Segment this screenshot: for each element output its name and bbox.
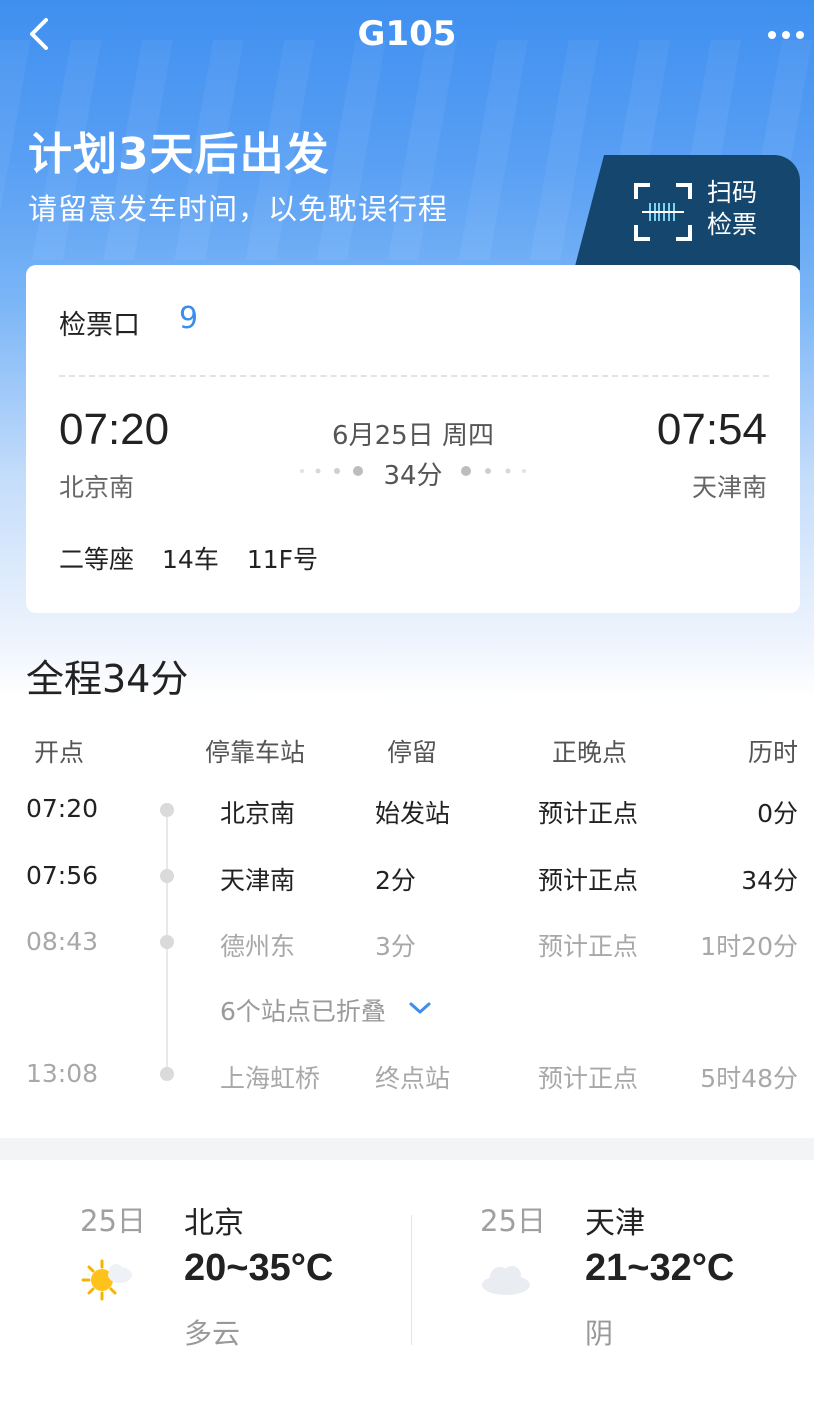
stop-elapsed: 5时48分	[700, 1064, 798, 1093]
scan-label-line1: 扫码	[707, 178, 758, 207]
stop-punctuality: 预计正点	[538, 799, 639, 828]
departure-plan-title: 计划3天后出发	[28, 129, 330, 180]
weather-date: 25日	[480, 1204, 546, 1238]
stop-duration: 终点站	[375, 1064, 451, 1093]
stop-elapsed: 0分	[757, 799, 798, 828]
timeline-dot	[160, 803, 174, 817]
weather-divider	[411, 1215, 412, 1345]
cloud-icon	[482, 1266, 530, 1295]
header-station: 停靠车站	[205, 738, 306, 767]
header-stop: 停留	[387, 738, 438, 767]
stop-duration: 始发站	[375, 799, 451, 828]
divider	[59, 375, 769, 377]
stop-time: 07:56	[26, 861, 99, 890]
partly-cloudy-sun-icon	[81, 1259, 132, 1301]
weather-description: 阴	[585, 1317, 614, 1350]
stop-punctuality: 预计正点	[538, 866, 639, 895]
weather-city: 北京	[184, 1206, 244, 1241]
weather-temperature: 21~32°C	[585, 1247, 735, 1289]
timeline-dot	[160, 869, 174, 883]
header-time: 开点	[34, 738, 85, 767]
scan-label-line2: 检票	[707, 210, 758, 239]
travel-date: 6月25日 周四	[332, 421, 494, 451]
nav-bar: G105	[0, 0, 814, 70]
seat-class: 二等座	[59, 545, 135, 574]
gate-label: 检票口	[59, 310, 140, 341]
gate-number: 9	[179, 301, 199, 336]
ticket-card: 检票口 9 07:20 07:54 北京南 天津南 6月25日 周四 34分 二…	[26, 265, 800, 613]
route-dots-left-icon	[300, 466, 363, 476]
stop-station: 上海虹桥	[220, 1064, 321, 1093]
travel-duration: 34分	[383, 461, 443, 491]
stop-station: 北京南	[220, 799, 296, 828]
departure-plan-subtitle: 请留意发车时间，以免耽误行程	[28, 192, 449, 226]
more-options-icon[interactable]	[766, 20, 806, 50]
weather-section: 25日 北京 20~35°C 多云 25日 天津 21~32°C 阴	[0, 1160, 814, 1417]
stop-elapsed: 34分	[741, 866, 798, 895]
seat-info: 二等座 14车 11F号	[59, 540, 346, 576]
weather-city: 天津	[585, 1206, 645, 1241]
stop-station: 德州东	[220, 932, 296, 961]
scan-button-label: 扫码 检票	[707, 177, 767, 241]
page-title: G105	[357, 14, 457, 54]
section-separator	[0, 1138, 814, 1160]
stop-station: 天津南	[220, 866, 296, 895]
stop-time: 08:43	[26, 927, 99, 956]
car-number: 14车	[162, 545, 219, 574]
stop-duration: 2分	[375, 866, 416, 895]
stop-elapsed: 1时20分	[700, 932, 798, 961]
chevron-down-icon[interactable]	[408, 1000, 432, 1016]
stop-time: 13:08	[26, 1059, 99, 1088]
weather-date: 25日	[80, 1204, 146, 1238]
timeline-dot	[160, 935, 174, 949]
header-punctuality: 正晚点	[552, 738, 628, 767]
seat-number: 11F号	[246, 545, 319, 574]
stop-punctuality: 预计正点	[538, 932, 639, 961]
weather-description: 多云	[184, 1317, 241, 1350]
collapsed-stations-toggle[interactable]: 6个站点已折叠	[220, 992, 386, 1028]
stop-time: 07:20	[26, 794, 99, 823]
scan-ticket-button[interactable]: 扫码 检票	[574, 155, 800, 270]
stop-punctuality: 预计正点	[538, 1064, 639, 1093]
route-dots-right-icon	[461, 466, 526, 476]
weather-temperature: 20~35°C	[184, 1247, 334, 1289]
scan-code-icon	[634, 183, 692, 241]
timeline-dot	[160, 1067, 174, 1081]
journey-title: 全程34分	[26, 657, 189, 701]
header-elapsed: 历时	[747, 738, 798, 767]
stop-duration: 3分	[375, 932, 416, 961]
